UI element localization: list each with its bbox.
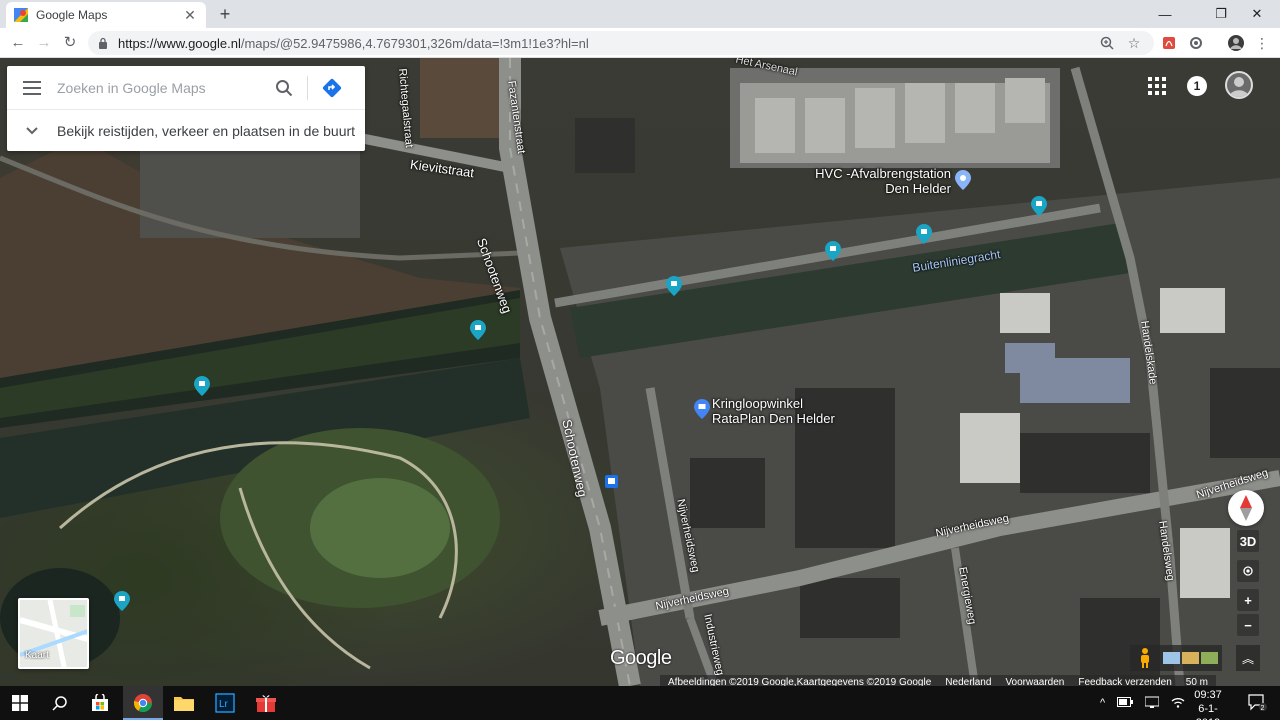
- photo-pin-icon[interactable]: [194, 376, 210, 396]
- network-icon[interactable]: [1144, 696, 1160, 711]
- hamburger-menu-icon[interactable]: [7, 80, 57, 95]
- system-tray: ^: [1100, 686, 1185, 720]
- chevron-down-icon[interactable]: [7, 126, 57, 135]
- thumbnail-1[interactable]: [1163, 652, 1180, 664]
- battery-icon[interactable]: [1117, 696, 1134, 710]
- reload-icon[interactable]: ↻: [60, 33, 80, 53]
- star-icon[interactable]: ☆: [1124, 33, 1144, 53]
- tab-google-maps[interactable]: Google Maps ✕: [6, 2, 206, 28]
- tab-title: Google Maps: [36, 8, 108, 22]
- shop-pin-icon[interactable]: [694, 399, 710, 419]
- zoom-out-button[interactable]: −: [1237, 614, 1259, 636]
- bus-stop-icon[interactable]: [605, 475, 618, 488]
- file-explorer-icon[interactable]: [164, 686, 204, 720]
- poi-name: Kringloopwinkel: [712, 396, 804, 411]
- search-icon[interactable]: [267, 79, 301, 97]
- pdf-extension-icon[interactable]: [1159, 33, 1179, 53]
- kebab-menu-icon[interactable]: ⋮: [1252, 33, 1272, 53]
- window-close-icon[interactable]: ✕: [1234, 0, 1280, 28]
- notification-count: 2: [1261, 705, 1265, 712]
- my-location-icon: [1243, 566, 1253, 576]
- address-bar[interactable]: https://www.google.nl/maps/@52.9475986,4…: [88, 31, 1154, 55]
- imagery-thumbnails[interactable]: [1160, 645, 1222, 671]
- pegman-icon: [1141, 648, 1149, 668]
- poi-kringloop-label[interactable]: Kringloopwinkel RataPlan Den Helder: [712, 396, 835, 426]
- search-card: Bekijk reistijden, verkeer en plaatsen i…: [7, 66, 365, 151]
- photo-pin-icon[interactable]: [114, 591, 130, 611]
- pegman-button[interactable]: [1130, 645, 1160, 671]
- tray-overflow-icon[interactable]: ^: [1100, 697, 1105, 709]
- 3d-toggle-button[interactable]: 3D: [1237, 530, 1259, 552]
- apps-grid-icon[interactable]: [1148, 77, 1166, 95]
- tab-bar: Google Maps ✕ + — ❐ ✕: [0, 0, 1280, 28]
- search-row: [7, 66, 365, 110]
- store-icon[interactable]: [80, 686, 120, 720]
- google-maps-favicon-icon: [14, 8, 28, 22]
- poi-name-line2: Den Helder: [885, 181, 951, 196]
- explore-text: Bekijk reistijden, verkeer en plaatsen i…: [57, 122, 356, 139]
- action-center-icon[interactable]: 2: [1238, 686, 1278, 720]
- chrome-icon[interactable]: [123, 686, 163, 720]
- compass-icon: [1240, 495, 1252, 521]
- lightroom-icon[interactable]: Lr: [205, 686, 245, 720]
- gift-app-icon[interactable]: [246, 686, 286, 720]
- explore-nearby-row[interactable]: Bekijk reistijden, verkeer en plaatsen i…: [7, 110, 365, 151]
- search-divider: [307, 75, 308, 100]
- map-layer-switcher[interactable]: Kaart: [18, 598, 89, 669]
- extension-icon[interactable]: [1186, 33, 1206, 53]
- poi-name-line2: RataPlan Den Helder: [712, 411, 835, 426]
- new-tab-button[interactable]: +: [214, 4, 236, 26]
- place-pin-icon[interactable]: [955, 170, 971, 190]
- photo-pin-icon[interactable]: [1031, 196, 1047, 216]
- poi-name: HVC -Afvalbrengstation: [815, 166, 951, 181]
- layer-label: Kaart: [25, 650, 49, 661]
- thumbnail-3[interactable]: [1201, 652, 1218, 664]
- lock-icon: [99, 37, 107, 49]
- svg-text:Lr: Lr: [219, 699, 229, 710]
- zoom-icon[interactable]: [1097, 33, 1117, 53]
- expand-up-icon[interactable]: ︽: [1236, 645, 1260, 671]
- my-location-button[interactable]: [1237, 560, 1259, 582]
- account-avatar[interactable]: [1225, 71, 1253, 99]
- directions-icon[interactable]: [314, 78, 350, 98]
- clock-date: 6-1-2019: [1196, 703, 1220, 720]
- url-path: /maps/@52.9475986,4.7679301,326m/data=!3…: [240, 35, 589, 51]
- windows-taskbar: Lr ^ 09:37 6-1-2019 2: [0, 686, 1280, 720]
- poi-hvc-label[interactable]: HVC -Afvalbrengstation Den Helder: [806, 166, 951, 196]
- google-logo: Google: [610, 647, 672, 669]
- wifi-icon[interactable]: [1171, 696, 1185, 711]
- browser-toolbar: ← → ↻ https://www.google.nl/maps/@52.947…: [0, 28, 1280, 58]
- search-input[interactable]: [57, 79, 267, 96]
- photo-pin-icon[interactable]: [666, 276, 682, 296]
- clock-time: 09:37: [1194, 689, 1222, 701]
- taskbar-search-icon[interactable]: [40, 686, 80, 720]
- back-icon[interactable]: ←: [8, 33, 28, 53]
- zoom-in-button[interactable]: +: [1237, 589, 1259, 611]
- thumbnail-2[interactable]: [1182, 652, 1199, 664]
- forward-icon[interactable]: →: [34, 33, 54, 53]
- profile-icon[interactable]: [1226, 33, 1246, 53]
- notification-badge[interactable]: 1: [1187, 76, 1207, 96]
- url-text: https://www.google.nl/maps/@52.9475986,4…: [118, 36, 589, 51]
- photo-pin-icon[interactable]: [470, 320, 486, 340]
- compass-button[interactable]: [1228, 490, 1264, 526]
- windows-start-icon[interactable]: [0, 686, 40, 720]
- satellite-map[interactable]: Kievitstraat Schootenweg Schootenweg Faz…: [0, 58, 1280, 686]
- photo-pin-icon[interactable]: [825, 241, 841, 261]
- tab-close-icon[interactable]: ✕: [182, 7, 198, 24]
- taskbar-clock[interactable]: 09:37 6-1-2019: [1186, 688, 1230, 720]
- photo-pin-icon[interactable]: [916, 224, 932, 244]
- map-imagery: [0, 58, 1280, 686]
- avatar-icon: [1229, 77, 1249, 97]
- url-host: https://www.google.nl: [118, 35, 241, 51]
- minimize-icon[interactable]: —: [1142, 0, 1188, 28]
